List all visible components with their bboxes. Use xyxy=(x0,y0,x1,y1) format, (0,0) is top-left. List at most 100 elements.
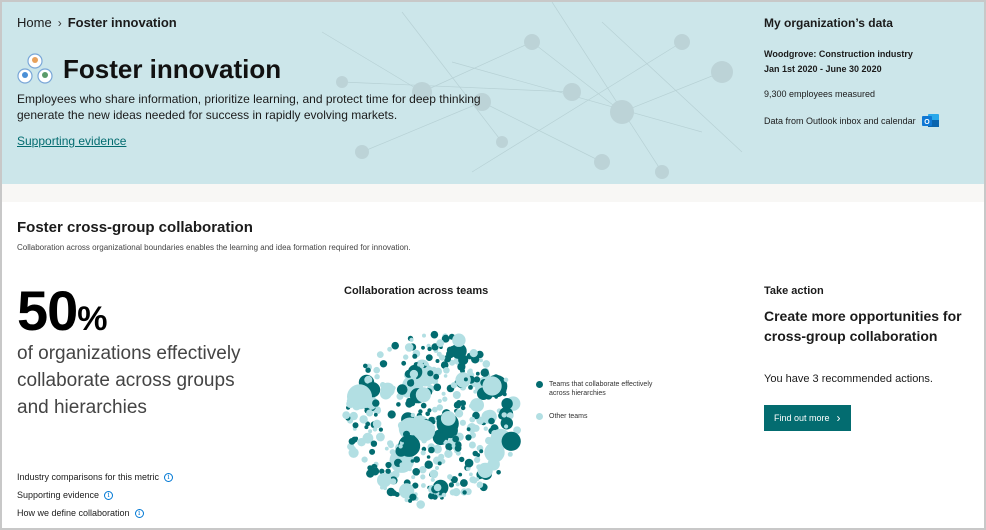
team-bubble xyxy=(507,451,513,457)
breadcrumb-current: Foster innovation xyxy=(67,15,177,30)
info-icon[interactable]: i xyxy=(134,508,144,518)
team-bubble xyxy=(435,359,440,363)
team-bubble xyxy=(425,411,430,417)
team-bubble xyxy=(469,416,476,423)
team-bubble xyxy=(479,449,484,454)
team-bubble xyxy=(482,360,491,368)
team-bubble xyxy=(468,385,473,390)
team-bubble xyxy=(368,429,373,434)
team-bubble xyxy=(342,411,351,419)
team-bubble xyxy=(409,369,419,379)
team-bubble xyxy=(494,395,498,399)
team-bubble xyxy=(364,425,369,430)
outlook-icon: O xyxy=(921,114,939,127)
team-bubble xyxy=(468,368,473,374)
team-bubble xyxy=(452,391,461,399)
team-bubble xyxy=(440,411,456,426)
team-bubble xyxy=(409,493,417,501)
metric-description: of organizations effectively collaborate… xyxy=(17,343,241,418)
team-bubble xyxy=(377,473,392,488)
team-bubble xyxy=(460,479,468,487)
team-bubble xyxy=(427,346,432,352)
org-data-source: Data from Outlook inbox and calendar O xyxy=(764,113,974,129)
team-bubble xyxy=(460,405,466,411)
team-bubble xyxy=(369,448,376,455)
legend-dot-effective xyxy=(536,381,543,388)
team-bubble xyxy=(422,333,426,338)
team-bubble xyxy=(408,467,412,472)
team-bubble xyxy=(448,482,454,488)
team-bubble xyxy=(496,470,501,475)
chart-legend: Teams that collaborate effectively acros… xyxy=(536,380,669,435)
team-bubble xyxy=(429,469,439,479)
take-action-title: Create more opportunities for cross-grou… xyxy=(764,308,962,344)
team-bubble xyxy=(469,472,473,477)
team-bubble xyxy=(348,447,359,458)
page-title-row: Foster innovation xyxy=(17,52,281,86)
team-bubble xyxy=(416,500,425,509)
team-bubble xyxy=(433,483,442,492)
team-bubble xyxy=(426,455,431,459)
team-bubble xyxy=(447,474,453,480)
industry-comparisons-label[interactable]: Industry comparisons for this metric xyxy=(17,472,159,482)
team-bubble xyxy=(455,409,464,418)
team-bubble xyxy=(379,360,388,368)
team-bubble xyxy=(469,349,478,358)
page-title: Foster innovation xyxy=(63,53,282,84)
metric-number: 50 xyxy=(17,279,78,342)
define-collaboration-label[interactable]: How we define collaboration xyxy=(17,508,130,518)
team-bubble xyxy=(437,461,442,466)
team-bubble xyxy=(376,432,385,442)
team-bubble xyxy=(352,422,359,429)
team-bubble xyxy=(441,391,446,396)
team-bubble xyxy=(404,343,414,352)
team-bubble xyxy=(430,330,439,339)
team-bubble xyxy=(476,481,484,489)
team-bubble xyxy=(463,377,468,382)
team-bubble xyxy=(450,382,457,389)
info-icon[interactable]: i xyxy=(104,490,114,500)
team-bubble xyxy=(443,374,448,378)
team-bubble xyxy=(452,333,466,347)
team-bubble xyxy=(473,376,481,383)
team-bubble xyxy=(374,374,380,380)
team-bubble xyxy=(410,412,416,418)
team-bubble xyxy=(482,376,502,396)
team-bubble xyxy=(384,446,389,451)
metric-supporting-evidence-link[interactable]: Supporting evidence i xyxy=(17,486,173,504)
team-bubble xyxy=(436,404,443,411)
metric-supporting-evidence-label[interactable]: Supporting evidence xyxy=(17,490,99,500)
team-bubble xyxy=(475,371,480,376)
team-bubble xyxy=(468,403,474,409)
define-collaboration-link[interactable]: How we define collaboration i xyxy=(17,504,173,522)
legend-label-other: Other teams xyxy=(549,413,588,420)
team-bubble xyxy=(401,360,407,366)
breadcrumb-home[interactable]: Home xyxy=(17,15,52,30)
team-bubble xyxy=(428,446,435,454)
team-bubble xyxy=(348,438,356,445)
team-bubble xyxy=(501,431,521,451)
legend-item-effective: Teams that collaborate effectively acros… xyxy=(536,380,669,398)
info-icon[interactable]: i xyxy=(164,472,174,482)
chart-title: Collaboration across teams xyxy=(344,285,489,297)
team-bubble xyxy=(391,385,396,391)
team-bubble xyxy=(399,462,405,468)
team-bubble xyxy=(468,441,476,449)
team-bubble xyxy=(423,361,429,366)
team-bubble xyxy=(403,354,409,360)
team-bubble xyxy=(456,400,462,406)
team-bubble xyxy=(464,458,474,468)
team-bubble xyxy=(504,424,509,429)
find-out-more-button[interactable]: Find out more › xyxy=(764,405,851,431)
team-bubble xyxy=(390,478,397,485)
team-bubble xyxy=(455,372,471,388)
team-bubble xyxy=(420,474,426,480)
team-bubble xyxy=(459,419,466,426)
page-frame: Home › Foster innovation Foster innovati… xyxy=(0,0,986,530)
team-bubble xyxy=(391,490,397,496)
team-bubble xyxy=(373,412,378,417)
org-employee-count: 9,300 employees measured xyxy=(764,89,876,99)
team-bubble xyxy=(389,449,396,455)
industry-comparisons-link[interactable]: Industry comparisons for this metric i xyxy=(17,468,174,486)
supporting-evidence-link[interactable]: Supporting evidence xyxy=(17,134,126,148)
